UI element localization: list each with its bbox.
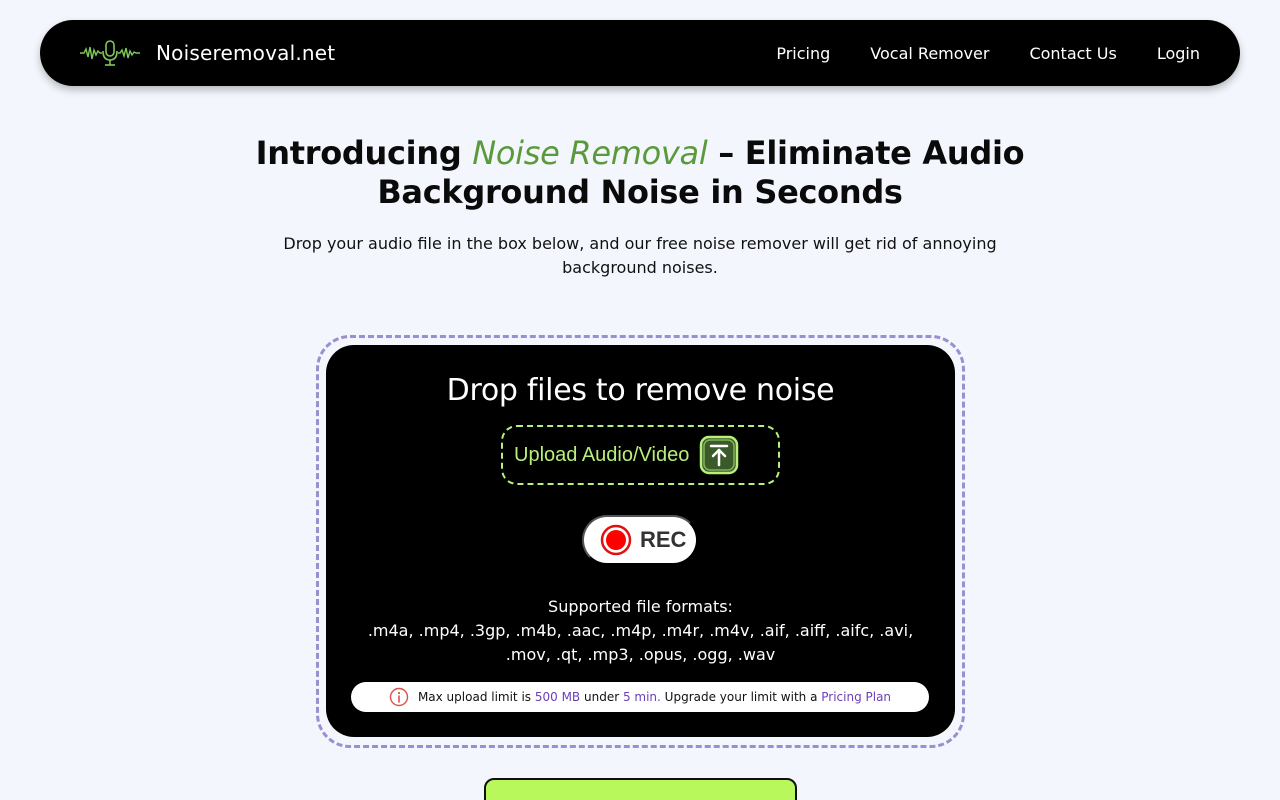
upload-limit-notice: Max upload limit is 500 MB under 5 min. …: [351, 682, 929, 712]
nav-link-contact-us[interactable]: Contact Us: [1029, 44, 1116, 63]
record-button[interactable]: REC: [582, 515, 698, 565]
page-title: Introducing Noise Removal – Eliminate Au…: [160, 134, 1120, 212]
limit-text-1: Max upload limit is: [417, 690, 535, 704]
nav-link-vocal-remover[interactable]: Vocal Remover: [870, 44, 989, 63]
info-icon: [389, 687, 409, 707]
upload-audio-video-button[interactable]: Upload Audio/Video: [501, 425, 780, 485]
pricing-plan-link[interactable]: Pricing Plan: [821, 690, 891, 704]
limit-duration: 5 min.: [622, 690, 661, 704]
brand-home-link[interactable]: Noiseremoval.net: [80, 39, 335, 67]
record-label: REC: [640, 527, 687, 552]
navbar: Noiseremoval.net Pricing Vocal Remover C…: [40, 20, 1240, 86]
nav-link-login[interactable]: Login: [1157, 44, 1200, 63]
drop-zone[interactable]: Drop files to remove noise Upload Audio/…: [326, 345, 955, 737]
primary-action-button[interactable]: [484, 778, 797, 800]
upload-label: Upload Audio/Video: [514, 443, 690, 466]
brand-name: Noiseremoval.net: [156, 41, 336, 65]
record-dot-icon: [600, 524, 632, 556]
formats-list: .m4a, .mp4, .3gp, .m4b, .aac, .m4p, .m4r…: [367, 621, 914, 664]
nav-links: Pricing Vocal Remover Contact Us Login: [776, 44, 1200, 63]
title-accent: Noise Removal: [472, 134, 708, 172]
limit-text-3: Upgrade your limit with a: [660, 690, 822, 704]
upload-arrow-icon: [700, 435, 739, 475]
nav-link-pricing[interactable]: Pricing: [776, 44, 830, 63]
microphone-waveform-icon: [80, 40, 140, 66]
limit-text-2: under: [580, 690, 623, 704]
limit-size: 500 MB: [534, 690, 581, 704]
formats-heading: Supported file formats:: [548, 597, 733, 616]
hero-subtitle: Drop your audio file in the box below, a…: [283, 234, 997, 277]
supported-formats: Supported file formats: .m4a, .mp4, .3gp…: [326, 595, 955, 667]
drop-title: Drop files to remove noise: [446, 373, 835, 408]
title-prefix: Introducing: [255, 134, 473, 172]
